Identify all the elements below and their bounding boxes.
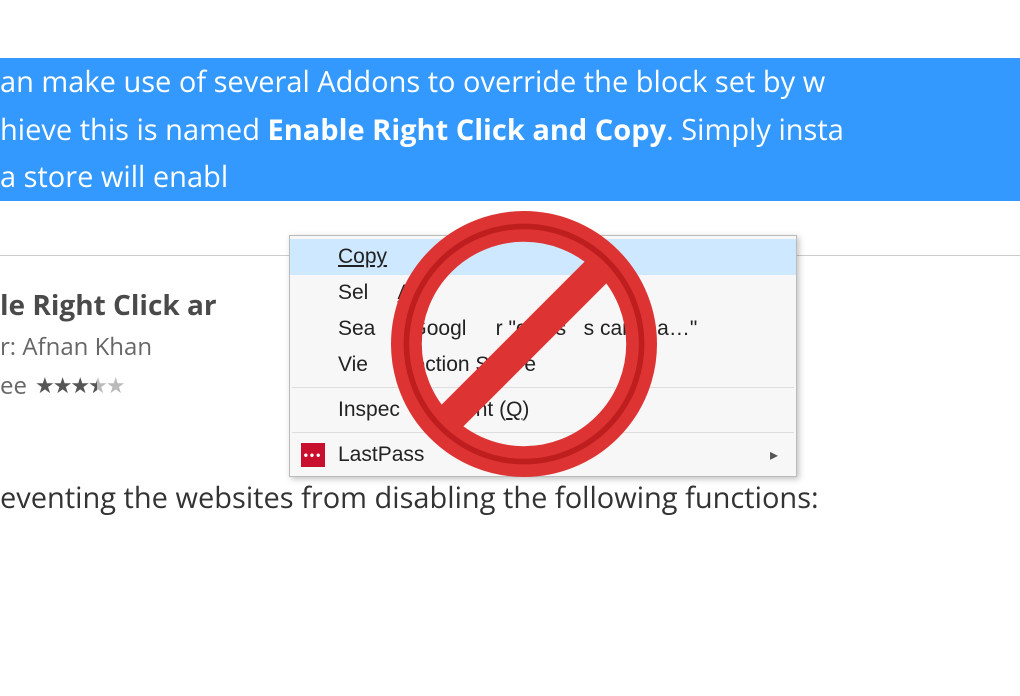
menu-separator — [292, 432, 794, 433]
star-empty-icon: ★ — [106, 370, 124, 400]
menu-separator — [292, 387, 794, 388]
star-icon: ★ — [53, 370, 71, 400]
extension-rating: ★ ★ ★ ★ ★ ★ — [35, 370, 124, 400]
selected-line-2: hieve this is named Enable Right Click a… — [0, 106, 1020, 154]
menu-item-select-all[interactable]: Sel A — [290, 275, 796, 311]
menu-item-copy[interactable]: Copy — [290, 239, 796, 275]
selected-line-1: an make use of several Addons to overrid… — [0, 58, 1020, 106]
menu-item-inspect[interactable]: Inspec ment (Q) — [290, 392, 796, 428]
star-icon: ★ — [35, 370, 53, 400]
selected-article-text: an make use of several Addons to overrid… — [0, 58, 1020, 201]
context-menu: Copy Sel A Sea h Googl r "ox us s can ma… — [289, 235, 797, 477]
star-half-icon: ★ ★ — [88, 370, 106, 400]
star-icon: ★ — [70, 370, 88, 400]
menu-item-view-source[interactable]: Vie election S e — [290, 347, 796, 383]
menu-item-lastpass[interactable]: ••• LastPass ▸ — [290, 437, 796, 473]
selected-line-3: a store will enabl — [0, 153, 228, 201]
menu-item-search-google[interactable]: Sea h Googl r "ox us s can ma…" — [290, 311, 796, 347]
chevron-right-icon: ▸ — [770, 445, 778, 465]
lastpass-icon: ••• — [300, 442, 326, 468]
article-body-text: eventing the websites from disabling the… — [0, 478, 1020, 517]
extension-free-label: ee — [0, 369, 27, 402]
